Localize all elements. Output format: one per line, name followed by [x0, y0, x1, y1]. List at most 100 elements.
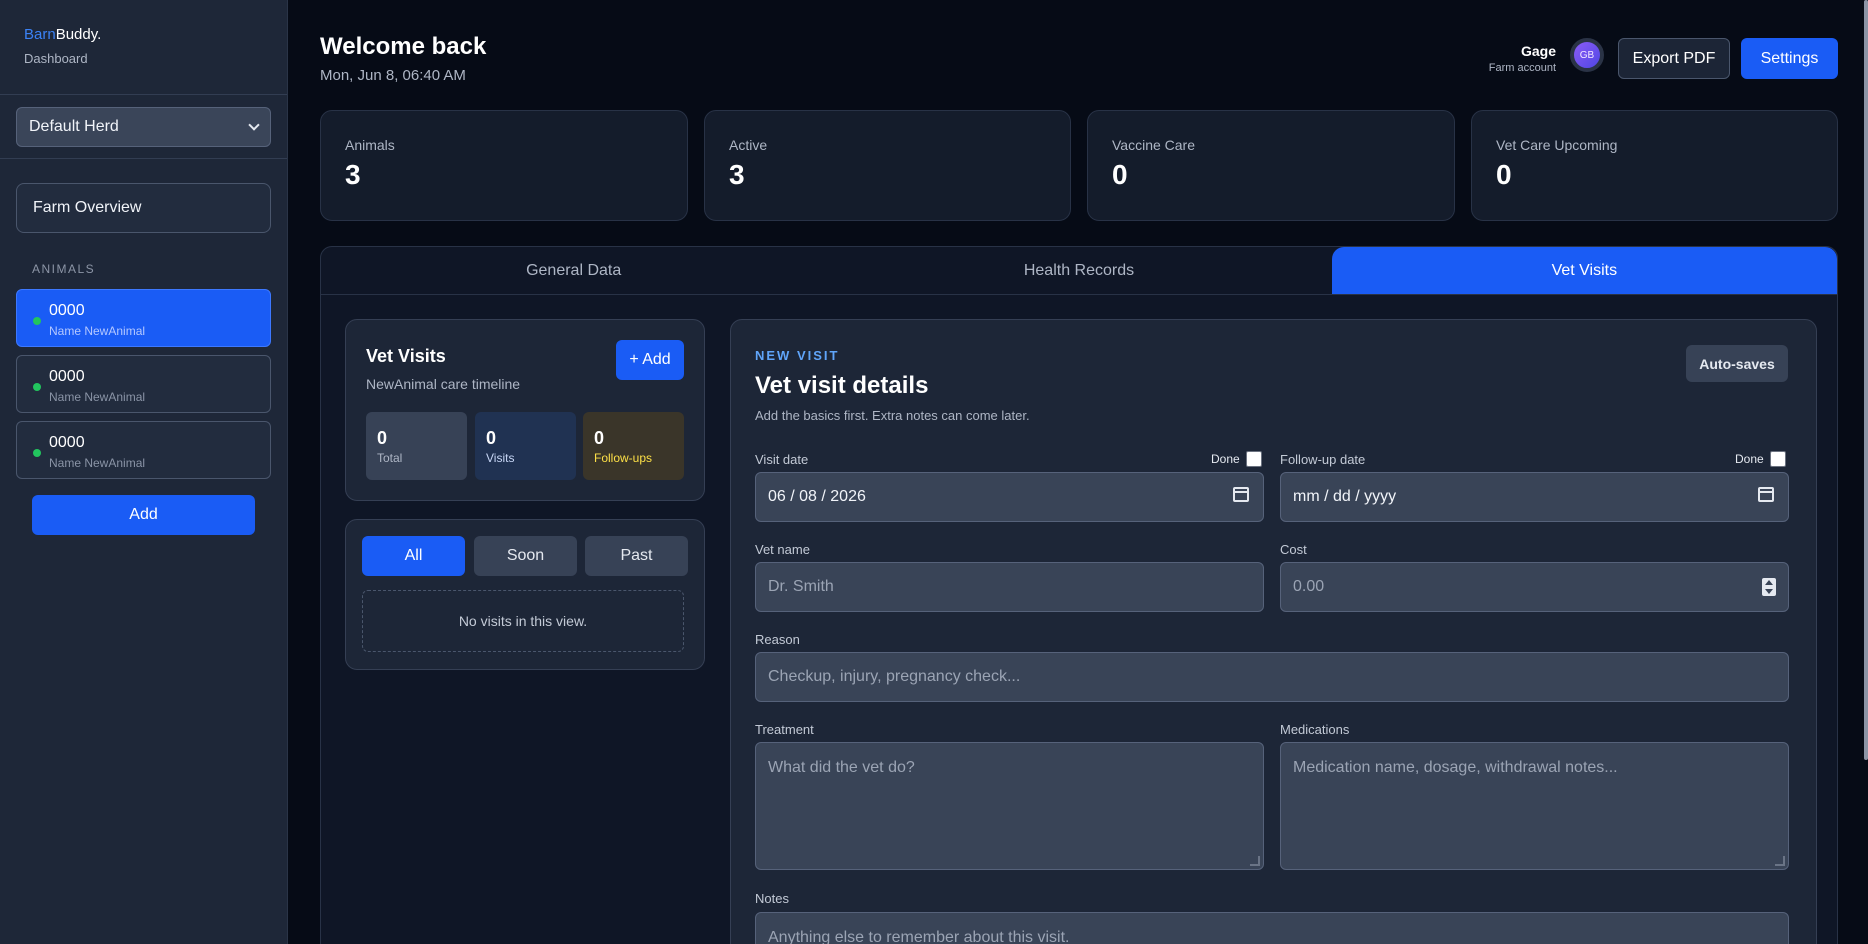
herd-select-value: Default Herd	[29, 118, 119, 135]
medications-placeholder: Medication name, dosage, withdrawal note…	[1293, 759, 1618, 776]
treatment-textarea[interactable]: What did the vet do?	[755, 742, 1264, 870]
tab-vet-visits[interactable]: Vet Visits	[1331, 247, 1837, 294]
vet-visits-title: Vet Visits	[366, 346, 446, 366]
reason-input[interactable]: Checkup, injury, pregnancy check...	[755, 652, 1789, 702]
add-visit-button[interactable]: + Add	[616, 340, 684, 380]
form-title: Vet visit details	[755, 372, 929, 399]
current-datetime: Mon, Jun 8, 06:40 AM	[320, 67, 466, 84]
filter-past-button[interactable]: Past	[585, 536, 688, 576]
stat-value: 3	[729, 159, 745, 190]
animal-id: 0000	[49, 368, 85, 385]
user-info: Gage Farm account	[1489, 43, 1556, 74]
herd-selector-wrap: Default Herd	[0, 95, 287, 159]
done-label: Done	[1735, 452, 1764, 466]
stat-card-vaccine-care: Vaccine Care 0	[1087, 110, 1455, 221]
calendar-icon[interactable]	[1233, 487, 1249, 502]
counter-follow-ups: 0 Follow-ups	[583, 412, 684, 480]
follow-up-date-label: Follow-up date	[1280, 452, 1366, 467]
reason-label: Reason	[755, 632, 800, 647]
notes-label: Notes	[755, 891, 789, 906]
vet-visits-summary-card: Vet Visits NewAnimal care timeline + Add…	[345, 319, 705, 501]
treatment-placeholder: What did the vet do?	[768, 759, 915, 776]
stat-card-animals: Animals 3	[320, 110, 688, 221]
counter-label: Follow-ups	[594, 451, 653, 465]
export-pdf-button[interactable]: Export PDF	[1618, 38, 1730, 79]
counter-value: 0	[594, 428, 605, 448]
chevron-down-icon	[248, 119, 260, 131]
visit-date-input[interactable]: 06 / 08 / 2026	[755, 472, 1264, 522]
counter-visits: 0 Visits	[475, 412, 576, 480]
animal-name: Name NewAnimal	[49, 456, 146, 470]
herd-select[interactable]: Default Herd	[16, 107, 271, 147]
cost-label: Cost	[1280, 542, 1307, 557]
cost-input[interactable]: 0.00	[1280, 562, 1789, 612]
follow-up-date-input[interactable]: mm / dd / yyyy	[1280, 472, 1789, 522]
animal-name: Name NewAnimal	[49, 390, 146, 404]
farm-overview-button[interactable]: Farm Overview	[16, 183, 271, 233]
follow-up-date-placeholder: mm / dd / yyyy	[1293, 488, 1397, 505]
status-dot-icon	[33, 449, 41, 457]
counter-value: 0	[377, 428, 388, 448]
counter-label: Total	[377, 451, 403, 465]
animal-list-item[interactable]: 0000 Name NewAnimal	[16, 421, 271, 479]
animal-list-item[interactable]: 0000 Name NewAnimal	[16, 355, 271, 413]
autosave-badge: Auto-saves	[1686, 345, 1788, 382]
new-visit-form: NEW VISIT Vet visit details Add the basi…	[730, 319, 1817, 944]
notes-textarea[interactable]: Anything else to remember about this vis…	[755, 912, 1789, 944]
page-scrollbar[interactable]	[1864, 0, 1868, 760]
avatar[interactable]: GB	[1570, 38, 1604, 72]
number-spinner-icon[interactable]	[1762, 578, 1776, 596]
tab-general-data[interactable]: General Data	[321, 247, 826, 294]
stat-value: 0	[1496, 159, 1512, 190]
reason-placeholder: Checkup, injury, pregnancy check...	[768, 668, 1021, 685]
status-dot-icon	[33, 383, 41, 391]
settings-button[interactable]: Settings	[1741, 38, 1838, 79]
filter-soon-button[interactable]: Soon	[474, 536, 577, 576]
vet-name-placeholder: Dr. Smith	[768, 578, 834, 595]
cost-placeholder: 0.00	[1293, 578, 1325, 595]
animals-section-label: ANIMALS	[32, 262, 96, 276]
stat-value: 0	[1112, 159, 1128, 190]
done-label: Done	[1211, 452, 1240, 466]
filter-all-button[interactable]: All	[362, 536, 465, 576]
counter-total: 0 Total	[366, 412, 467, 480]
counter-value: 0	[486, 428, 497, 448]
resize-handle-icon[interactable]	[1775, 856, 1785, 866]
visit-date-done: Done	[1211, 451, 1262, 467]
animal-detail-panel: General Data Health Records Vet Visits V…	[320, 246, 1838, 944]
user-role: Farm account	[1488, 62, 1556, 74]
stat-value: 3	[345, 159, 361, 190]
add-animal-button[interactable]: Add	[32, 495, 255, 535]
notes-placeholder: Anything else to remember about this vis…	[768, 929, 1070, 944]
stat-label: Animals	[345, 137, 395, 153]
vet-visits-subtitle: NewAnimal care timeline	[366, 376, 521, 392]
brand-name-part2: Buddy.	[55, 26, 102, 43]
visit-date-value: 06 / 08 / 2026	[768, 488, 866, 505]
visit-filter-card: All Soon Past No visits in this view.	[345, 519, 705, 670]
treatment-label: Treatment	[755, 722, 814, 737]
medications-textarea[interactable]: Medication name, dosage, withdrawal note…	[1280, 742, 1789, 870]
stat-label: Active	[729, 137, 768, 153]
animal-name: Name NewAnimal	[49, 324, 146, 338]
animal-id: 0000	[49, 302, 85, 319]
sidebar: BarnBuddy. Dashboard Default Herd Farm O…	[0, 0, 288, 944]
vet-name-input[interactable]: Dr. Smith	[755, 562, 1264, 612]
follow-up-done-checkbox[interactable]	[1769, 451, 1786, 467]
tab-health-records[interactable]: Health Records	[826, 247, 1331, 294]
animal-id: 0000	[49, 434, 85, 451]
form-subtitle: Add the basics first. Extra notes can co…	[755, 408, 1030, 423]
visit-date-done-checkbox[interactable]	[1245, 451, 1262, 467]
calendar-icon[interactable]	[1758, 487, 1774, 502]
visit-date-label: Visit date	[755, 452, 809, 467]
stat-label: Vaccine Care	[1112, 137, 1196, 153]
animal-list-item[interactable]: 0000 Name NewAnimal	[16, 289, 271, 347]
resize-handle-icon[interactable]	[1250, 856, 1260, 866]
brand-logo[interactable]: BarnBuddy.	[24, 26, 263, 43]
brand-subtitle: Dashboard	[24, 51, 88, 66]
form-kicker: NEW VISIT	[755, 348, 840, 363]
stat-card-vet-care-upcoming: Vet Care Upcoming 0	[1471, 110, 1838, 221]
stat-card-active: Active 3	[704, 110, 1071, 221]
counter-label: Visits	[486, 451, 515, 465]
brand-name-part1: Barn	[24, 26, 56, 43]
follow-up-date-done: Done	[1735, 451, 1786, 467]
